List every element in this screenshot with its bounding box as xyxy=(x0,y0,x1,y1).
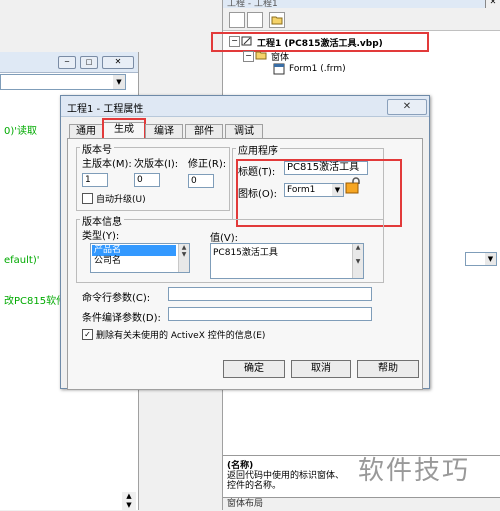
collapse-icon[interactable]: − xyxy=(243,51,254,62)
close-button[interactable]: ✕ xyxy=(102,56,134,69)
scroll-up-icon[interactable]: ▲ xyxy=(122,492,136,501)
major-version-input[interactable]: 1 xyxy=(82,173,108,187)
minor-version-input[interactable]: 0 xyxy=(134,173,160,187)
highlight-project xyxy=(211,32,429,52)
command-line-args-input[interactable] xyxy=(168,287,372,301)
command-line-args-label: 命令行参数(C): xyxy=(82,293,151,304)
form-icon xyxy=(273,63,285,75)
chevron-down-icon[interactable]: ▼ xyxy=(485,253,496,265)
minor-version-label: 次版本(I): xyxy=(134,159,179,170)
application-group-label: 应用程序 xyxy=(236,142,280,157)
view-code-icon[interactable] xyxy=(229,12,245,28)
highlight-application xyxy=(236,159,402,227)
tab-panel-make: 版本号 主版本(M): 次版本(I): 修正(R): 1 0 0 自动升级(U)… xyxy=(67,138,423,390)
tab-components[interactable]: 部件 xyxy=(185,124,223,139)
version-value-textbox[interactable]: PC815激活工具 ▲ ▼ xyxy=(210,243,364,279)
conditional-compile-label: 条件编译参数(D): xyxy=(82,313,161,324)
chevron-down-icon[interactable]: ▼ xyxy=(113,75,125,89)
version-number-label: 版本号 xyxy=(80,141,114,156)
conditional-compile-input[interactable] xyxy=(168,307,372,321)
folder-icon xyxy=(255,49,267,61)
code-scrollbar[interactable]: ▲ ▼ xyxy=(122,492,136,510)
minimize-button[interactable]: ─ xyxy=(58,56,76,69)
remove-activex-info-label: 删除有关未使用的 ActiveX 控件的信息(E) xyxy=(96,331,266,341)
list-item[interactable]: 公司名 xyxy=(92,256,176,267)
toggle-folders-icon[interactable] xyxy=(269,12,285,28)
project-explorer-title: 工程 - 工程1 xyxy=(223,0,500,9)
watermark: 软件技巧 xyxy=(358,456,471,486)
tree-item-forms[interactable]: 窗体 xyxy=(271,50,289,63)
code-line: 0)'读取 xyxy=(4,126,38,137)
type-label: 类型(Y): xyxy=(82,231,120,242)
tree-item-form1[interactable]: Form1 (.frm) xyxy=(289,64,346,74)
form-layout-label: 窗体布局 xyxy=(223,497,500,511)
major-version-label: 主版本(M): xyxy=(82,159,132,170)
remove-activex-info-checkbox[interactable]: ✓ xyxy=(82,329,93,340)
properties-object-combo[interactable]: ▼ xyxy=(465,252,497,266)
scroll-down-icon[interactable]: ▼ xyxy=(122,501,136,510)
version-type-list[interactable]: 产品名 公司名 ▲ ▼ xyxy=(90,243,190,273)
revision-label: 修正(R): xyxy=(188,159,227,170)
tab-general[interactable]: 通用 xyxy=(69,124,103,139)
project-properties-dialog: 工程1 - 工程属性 ✕ 通用 生成 编译 部件 调试 版本号 主版本(M): … xyxy=(60,95,430,390)
revision-input[interactable]: 0 xyxy=(188,174,214,188)
view-object-icon[interactable] xyxy=(247,12,263,28)
maximize-button[interactable]: □ xyxy=(80,56,98,69)
code-window-titlebar: ─ □ ✕ xyxy=(0,52,138,73)
dialog-close-button[interactable]: ✕ xyxy=(387,99,427,115)
dialog-title: 工程1 - 工程属性 xyxy=(67,104,144,115)
textbox-scrollbar[interactable]: ▲ ▼ xyxy=(352,244,363,278)
version-value-text: PC815激活工具 xyxy=(213,248,278,258)
auto-increment-label: 自动升级(U) xyxy=(96,195,146,205)
code-line: 改PC815软件 xyxy=(4,296,67,307)
description-text: 返回代码中使用的标识窗体、控件的名称。 xyxy=(227,471,345,491)
cancel-button[interactable]: 取消 xyxy=(291,360,351,378)
version-info-label: 版本信息 xyxy=(80,213,124,228)
project-toolbar xyxy=(223,8,500,31)
dialog-titlebar: 工程1 - 工程属性 ✕ xyxy=(61,96,429,117)
ok-button[interactable]: 确定 xyxy=(223,360,285,378)
code-line: efault)' xyxy=(4,255,40,266)
value-label: 值(V): xyxy=(210,233,239,244)
auto-increment-checkbox[interactable] xyxy=(82,193,93,204)
help-button[interactable]: 帮助 xyxy=(357,360,419,378)
list-scrollbar[interactable]: ▲ ▼ xyxy=(178,244,189,272)
procedure-combo[interactable]: ▼ xyxy=(0,74,126,90)
list-item[interactable]: 产品名 xyxy=(92,245,176,256)
tab-compile[interactable]: 编译 xyxy=(145,124,183,139)
tab-debug[interactable]: 调试 xyxy=(225,124,263,139)
